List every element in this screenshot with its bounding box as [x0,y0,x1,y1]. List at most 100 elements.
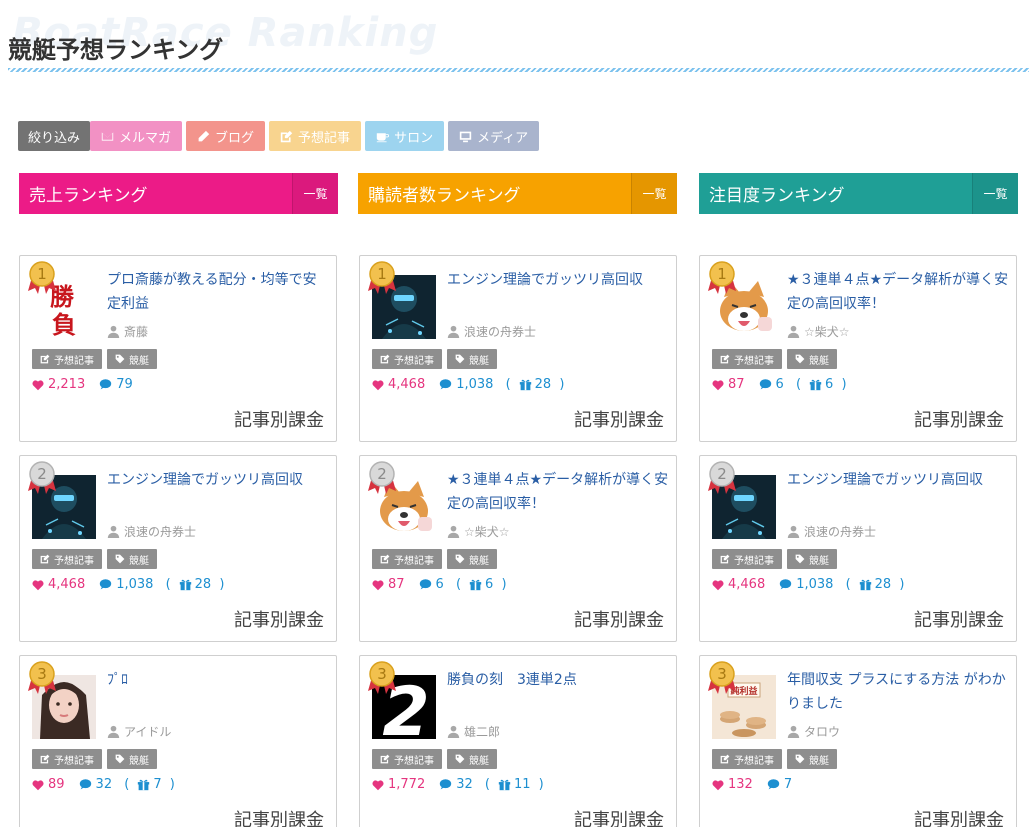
filter-media-button[interactable]: メディア [448,121,540,151]
filter-mailmagazine-label: メルマガ [119,130,172,146]
likes-value: 2,213 [48,377,86,392]
author-name[interactable]: ☆柴犬☆ [787,323,850,340]
filter-mailmagazine-button[interactable]: メルマガ [90,121,183,151]
tag-boatrace[interactable]: 競艇 [447,349,497,369]
card-stats: 2,213 79 [32,377,133,392]
author-name[interactable]: 斎藤 [107,323,148,340]
rank-number: 2 [717,465,727,483]
tag-boatrace-label: 競艇 [809,755,829,767]
gift-count: 28 [179,577,211,592]
rank-number: 3 [377,665,387,683]
likes-value: 89 [48,777,65,792]
comments-value: 6 [775,377,784,392]
tag-prediction[interactable]: 予想記事 [372,549,442,569]
pricing-label: 記事別課金 [914,410,1004,431]
likes-value: 132 [728,777,753,792]
gift-count: 7 [137,777,162,792]
title-divider [8,68,1029,72]
tag-prediction[interactable]: 予想記事 [372,749,442,769]
article-title-link[interactable]: ★３連単４点★データ解析が導く安定の高回収率！ [787,268,1009,316]
filter-prediction-button[interactable]: 予想記事 [269,121,362,151]
tag-boatrace[interactable]: 競艇 [787,749,837,769]
ranking-card[interactable]: 2 エンジン理論でガッツリ高回収 浪速の舟券士 予想記事 競艇 4,468 1,… [19,455,337,642]
author-name[interactable]: 雄二郎 [447,723,500,740]
rank-number: 2 [37,465,47,483]
tag-boatrace[interactable]: 競艇 [107,749,157,769]
article-title-link[interactable]: エンジン理論でガッツリ高回収 [447,268,669,292]
heart-icon [372,579,384,590]
tag-boatrace[interactable]: 競艇 [787,349,837,369]
subscribers-ranking-list-link[interactable]: 一覧 [631,173,677,214]
tag-boatrace-label: 競艇 [469,755,489,767]
gift-value: 28 [874,577,892,592]
tag-boatrace[interactable]: 競艇 [787,549,837,569]
tag-prediction[interactable]: 予想記事 [372,349,442,369]
author-name-text: 浪速の舟券士 [464,325,537,339]
gift-count: 28 [859,577,892,592]
tag-prediction[interactable]: 予想記事 [32,549,102,569]
comment-icon [767,779,780,790]
article-title-link[interactable]: エンジン理論でガッツリ高回収 [107,468,329,492]
ranking-card[interactable]: 1 エンジン理論でガッツリ高回収 浪速の舟券士 予想記事 競艇 4,468 1,… [359,255,677,442]
article-title-link[interactable]: 年間収支 プラスにする方法 がわかりました [787,668,1009,716]
tag-prediction[interactable]: 予想記事 [32,349,102,369]
tag-prediction-label: 予想記事 [54,555,94,567]
comments-count: 1,038 (28 ) [779,577,904,592]
tag-list: 予想記事 競艇 [372,349,497,369]
gift-close-paren: ) [837,377,847,392]
filter-salon-button[interactable]: サロン [365,121,445,151]
gift-icon [498,779,511,791]
comment-icon [440,379,452,390]
ranking-card[interactable]: 3 ﾌﾟﾛ アイドル 予想記事 競艇 89 32 (7 ) 記事別課金 [19,655,337,827]
article-title-link[interactable]: エンジン理論でガッツリ高回収 [787,468,1009,492]
ranking-card[interactable]: 勝 負 1 プロ斎藤が教える配分・均等で安定利益 斎藤 予想記事 競艇 2,21… [19,255,337,442]
tag-boatrace[interactable]: 競艇 [447,549,497,569]
comments-value: 1,038 [456,377,494,392]
tag-prediction[interactable]: 予想記事 [712,749,782,769]
author-name[interactable]: 浪速の舟券士 [787,523,876,540]
author-name[interactable]: ☆柴犬☆ [447,523,510,540]
ranking-card[interactable]: 1 ★３連単４点★データ解析が導く安定の高回収率！ ☆柴犬☆ 予想記事 競艇 8… [699,255,1017,442]
edit-icon [720,554,730,564]
ranking-card[interactable]: 純利益 3 年間収支 プラスにする方法 がわかりました タロウ 予想記事 競艇 … [699,655,1017,827]
gift-open-paren: ( [124,777,130,792]
rank-number: 1 [377,265,387,283]
gift-value: 6 [825,377,834,392]
attention-ranking-header: 注目度ランキング 一覧 [699,173,1018,214]
tag-boatrace[interactable]: 競艇 [107,349,157,369]
gift-open-paren: ( [165,577,171,592]
author-name-text: ☆柴犬☆ [464,525,510,539]
sales-ranking-list-link[interactable]: 一覧 [292,173,338,214]
ranking-card[interactable]: 2 エンジン理論でガッツリ高回収 浪速の舟券士 予想記事 競艇 4,468 1,… [699,455,1017,642]
author-name[interactable]: 浪速の舟券士 [447,323,536,340]
tag-list: 予想記事 競艇 [32,749,157,769]
article-title-link[interactable]: 勝負の刻 3連単2点 [447,668,669,692]
edit-icon [380,354,390,364]
article-title-link[interactable]: プロ斎藤が教える配分・均等で安定利益 [107,268,329,316]
tag-prediction[interactable]: 予想記事 [712,549,782,569]
ranking-card[interactable]: 2 3 勝負の刻 3連単2点 雄二郎 予想記事 競艇 1,772 32 (11 … [359,655,677,827]
author-name[interactable]: タロウ [787,723,840,740]
attention-ranking-list-link[interactable]: 一覧 [972,173,1018,214]
gift-value: 7 [153,777,162,792]
tag-boatrace[interactable]: 競艇 [447,749,497,769]
tag-boatrace-label: 競艇 [129,355,149,367]
tag-boatrace[interactable]: 競艇 [107,549,157,569]
author-name[interactable]: アイドル [107,723,171,740]
comments-count: 6 (6 ) [419,577,507,592]
ranking-card[interactable]: 2 ★３連単４点★データ解析が導く安定の高回収率！ ☆柴犬☆ 予想記事 競艇 8… [359,455,677,642]
gift-open-paren: ( [484,777,490,792]
author-name[interactable]: 浪速の舟券士 [107,523,196,540]
card-stats: 1,772 32 (11 ) [372,777,544,792]
filter-blog-button[interactable]: ブログ [186,121,266,151]
article-title-link[interactable]: ★３連単４点★データ解析が導く安定の高回収率！ [447,468,669,516]
rank-number: 3 [37,665,47,683]
article-title-link[interactable]: ﾌﾟﾛ [107,668,329,692]
pricing-label: 記事別課金 [914,810,1004,827]
tag-prediction[interactable]: 予想記事 [712,349,782,369]
card-stats: 87 6 (6 ) [712,377,847,392]
tag-prediction[interactable]: 予想記事 [32,749,102,769]
tag-boatrace-label: 競艇 [469,555,489,567]
rank-medal-icon: 2 [28,461,56,494]
rank-medal-icon: 1 [28,261,56,294]
